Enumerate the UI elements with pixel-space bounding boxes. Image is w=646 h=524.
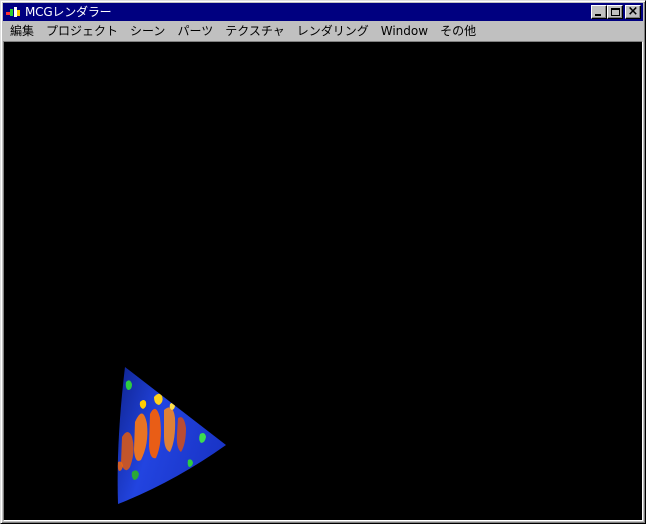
maximize-icon [611, 8, 620, 16]
menu-edit[interactable]: 編集 [3, 22, 40, 41]
render-viewport[interactable] [3, 41, 643, 521]
close-icon: × [627, 4, 639, 19]
minimize-icon [595, 14, 601, 16]
render-canvas[interactable] [4, 42, 642, 520]
menu-rendering[interactable]: レンダリング [291, 22, 375, 41]
minimize-button[interactable] [591, 5, 607, 19]
menu-bar: 編集 プロジェクト シーン パーツ テクスチャ レンダリング Window その… [3, 22, 643, 41]
menu-parts[interactable]: パーツ [171, 22, 219, 41]
menu-project[interactable]: プロジェクト [40, 22, 124, 41]
app-window: MCGレンダラー × 編集 プロジェクト シーン パーツ テクスチャ レンダリン… [0, 0, 646, 524]
cone-object [117, 367, 226, 504]
window-title: MCGレンダラー [25, 5, 112, 19]
app-icon[interactable] [6, 5, 22, 19]
menu-window[interactable]: Window [375, 22, 434, 41]
menu-other[interactable]: その他 [434, 22, 482, 41]
close-button[interactable]: × [625, 4, 641, 19]
menu-texture[interactable]: テクスチャ [219, 22, 291, 41]
title-bar[interactable]: MCGレンダラー × [3, 3, 643, 21]
maximize-button[interactable] [607, 5, 623, 19]
caption-buttons: × [591, 4, 641, 19]
menu-scene[interactable]: シーン [124, 22, 171, 41]
